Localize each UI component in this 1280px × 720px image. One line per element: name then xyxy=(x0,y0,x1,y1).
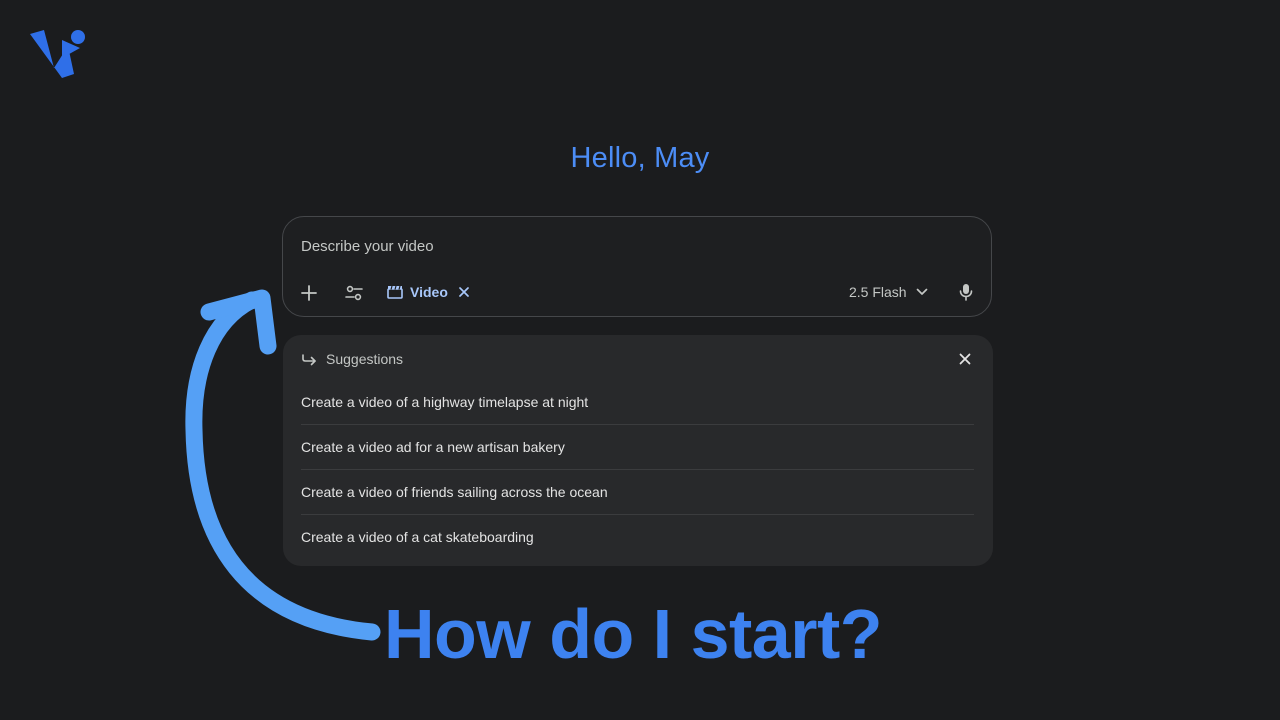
video-mode-chip[interactable]: Video xyxy=(387,280,469,304)
app-logo-icon[interactable] xyxy=(28,28,90,82)
microphone-button[interactable] xyxy=(953,279,979,305)
model-label: 2.5 Flash xyxy=(849,284,907,300)
chevron-down-icon xyxy=(916,288,927,295)
add-button[interactable] xyxy=(295,279,323,307)
suggestions-header: Suggestions xyxy=(301,351,403,367)
annotation-caption: How do I start? xyxy=(384,595,883,673)
video-chip-label: Video xyxy=(410,284,448,300)
suggestion-item[interactable]: Create a video of a highway timelapse at… xyxy=(301,380,974,425)
model-selector[interactable]: 2.5 Flash xyxy=(849,280,928,304)
suggestions-title: Suggestions xyxy=(326,351,404,367)
suggestions-list: Create a video of a highway timelapse at… xyxy=(301,380,974,559)
describe-video-input[interactable] xyxy=(301,235,961,257)
suggestions-panel: Suggestions Create a video of a highway … xyxy=(283,335,993,566)
prompt-box: Video 2.5 Flash xyxy=(282,216,992,317)
remove-video-chip-button[interactable] xyxy=(459,287,469,297)
suggestion-item[interactable]: Create a video of friends sailing across… xyxy=(301,470,974,515)
close-icon xyxy=(959,353,971,365)
close-suggestions-button[interactable] xyxy=(955,349,975,369)
tune-icon xyxy=(345,285,363,301)
plus-icon xyxy=(301,285,317,301)
clapperboard-icon xyxy=(387,285,403,299)
greeting-title: Hello, May xyxy=(570,142,710,174)
microphone-icon xyxy=(959,284,973,301)
tools-button[interactable] xyxy=(340,279,368,307)
suggestion-item[interactable]: Create a video ad for a new artisan bake… xyxy=(301,425,974,470)
close-icon xyxy=(459,287,469,297)
suggestion-item[interactable]: Create a video of a cat skateboarding xyxy=(301,515,974,559)
arrow-forward-icon xyxy=(302,354,316,366)
